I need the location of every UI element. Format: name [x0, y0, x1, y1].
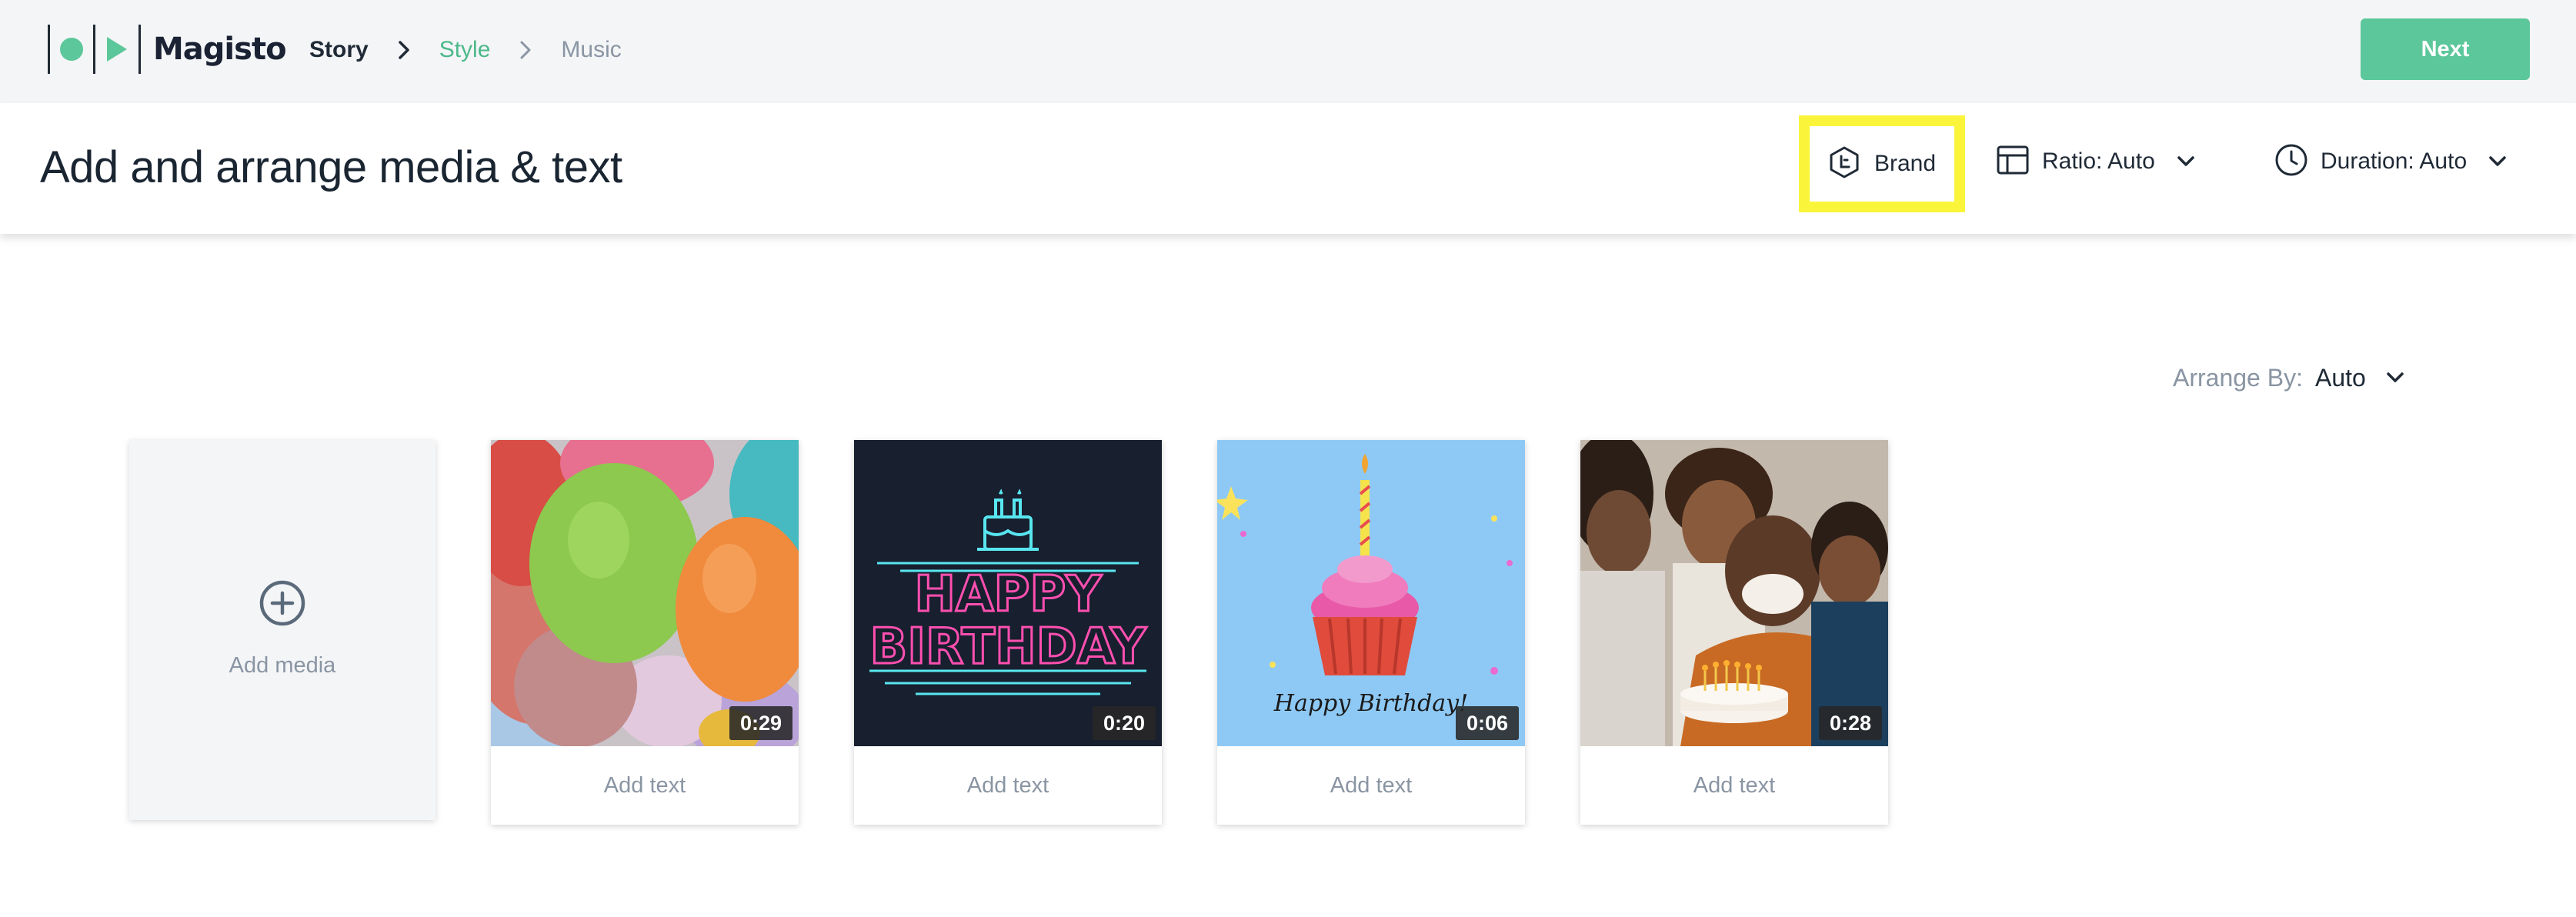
arrange-by-control[interactable]: Arrange By: Auto [2173, 358, 2404, 397]
brand-hexagon-icon [1828, 145, 1860, 183]
add-text-button[interactable]: Add text [491, 746, 799, 825]
clock-icon [2274, 143, 2308, 181]
logo-divider [138, 25, 141, 74]
chevron-down-icon [2386, 372, 2404, 384]
magisto-logo[interactable]: Magisto [48, 25, 287, 74]
add-media-button[interactable]: Add media [129, 440, 435, 820]
media-card: HAPPY BIRTHDAY 0:20 Add text [854, 440, 1162, 825]
breadcrumb-step-story[interactable]: Story [309, 37, 369, 63]
media-thumbnail-balloons[interactable]: 0:29 [491, 440, 799, 746]
logo-wordmark: Magisto [153, 32, 287, 67]
ratio-label: Ratio: Auto [2042, 148, 2155, 174]
media-thumbnail-cupcake[interactable]: Happy Birthday! 0:06 [1217, 440, 1525, 746]
duration-badge: 0:20 [1092, 706, 1156, 740]
page-header: Add and arrange media & text Brand Ratio… [0, 103, 2576, 234]
duration-label: Duration: Auto [2321, 148, 2468, 174]
cupcake-caption: Happy Birthday! [1273, 690, 1468, 717]
logo-dot-icon [50, 25, 93, 74]
chevron-right-icon [510, 31, 541, 69]
breadcrumb: Story Style Music [309, 31, 622, 69]
duration-badge: 0:06 [1455, 706, 1519, 740]
add-text-button[interactable]: Add text [854, 746, 1162, 825]
chevron-right-icon [389, 31, 419, 69]
brand-button[interactable]: Brand [1799, 115, 1965, 212]
media-thumbnail-family-birthday-cake[interactable]: 0:28 [1580, 440, 1888, 746]
add-text-button[interactable]: Add text [1580, 746, 1888, 825]
duration-badge: 0:28 [1818, 706, 1882, 740]
breadcrumb-step-music[interactable]: Music [561, 37, 621, 63]
neon-text-birthday: BIRTHDAY [869, 619, 1146, 675]
plus-circle-icon [258, 579, 307, 632]
add-media-label: Add media [229, 653, 336, 678]
logo-play-icon [95, 25, 138, 74]
top-navigation-bar: Magisto Story Style Music Next [0, 0, 2576, 103]
page-title: Add and arrange media & text [40, 142, 622, 192]
ratio-dropdown[interactable]: Ratio: Auto [1996, 131, 2195, 192]
media-card: 0:29 Add text [491, 440, 799, 825]
arrange-by-label: Arrange By: [2173, 363, 2303, 392]
add-text-button[interactable]: Add text [1217, 746, 1525, 825]
duration-badge: 0:29 [729, 706, 792, 740]
media-card: Happy Birthday! 0:06 Add text [1217, 440, 1525, 825]
brand-label: Brand [1874, 151, 1937, 176]
next-button[interactable]: Next [2361, 18, 2530, 80]
breadcrumb-step-style[interactable]: Style [439, 37, 491, 63]
arrange-by-value: Auto [2314, 363, 2366, 392]
media-thumbnail-neon-happy-birthday[interactable]: HAPPY BIRTHDAY 0:20 [854, 440, 1162, 746]
chevron-down-icon [2177, 155, 2195, 168]
duration-dropdown[interactable]: Duration: Auto [2274, 131, 2507, 192]
neon-text-happy: HAPPY [914, 566, 1102, 623]
media-card: 0:28 Add text [1580, 440, 1888, 825]
aspect-ratio-icon [1996, 145, 2030, 179]
chevron-down-icon [2488, 155, 2507, 168]
